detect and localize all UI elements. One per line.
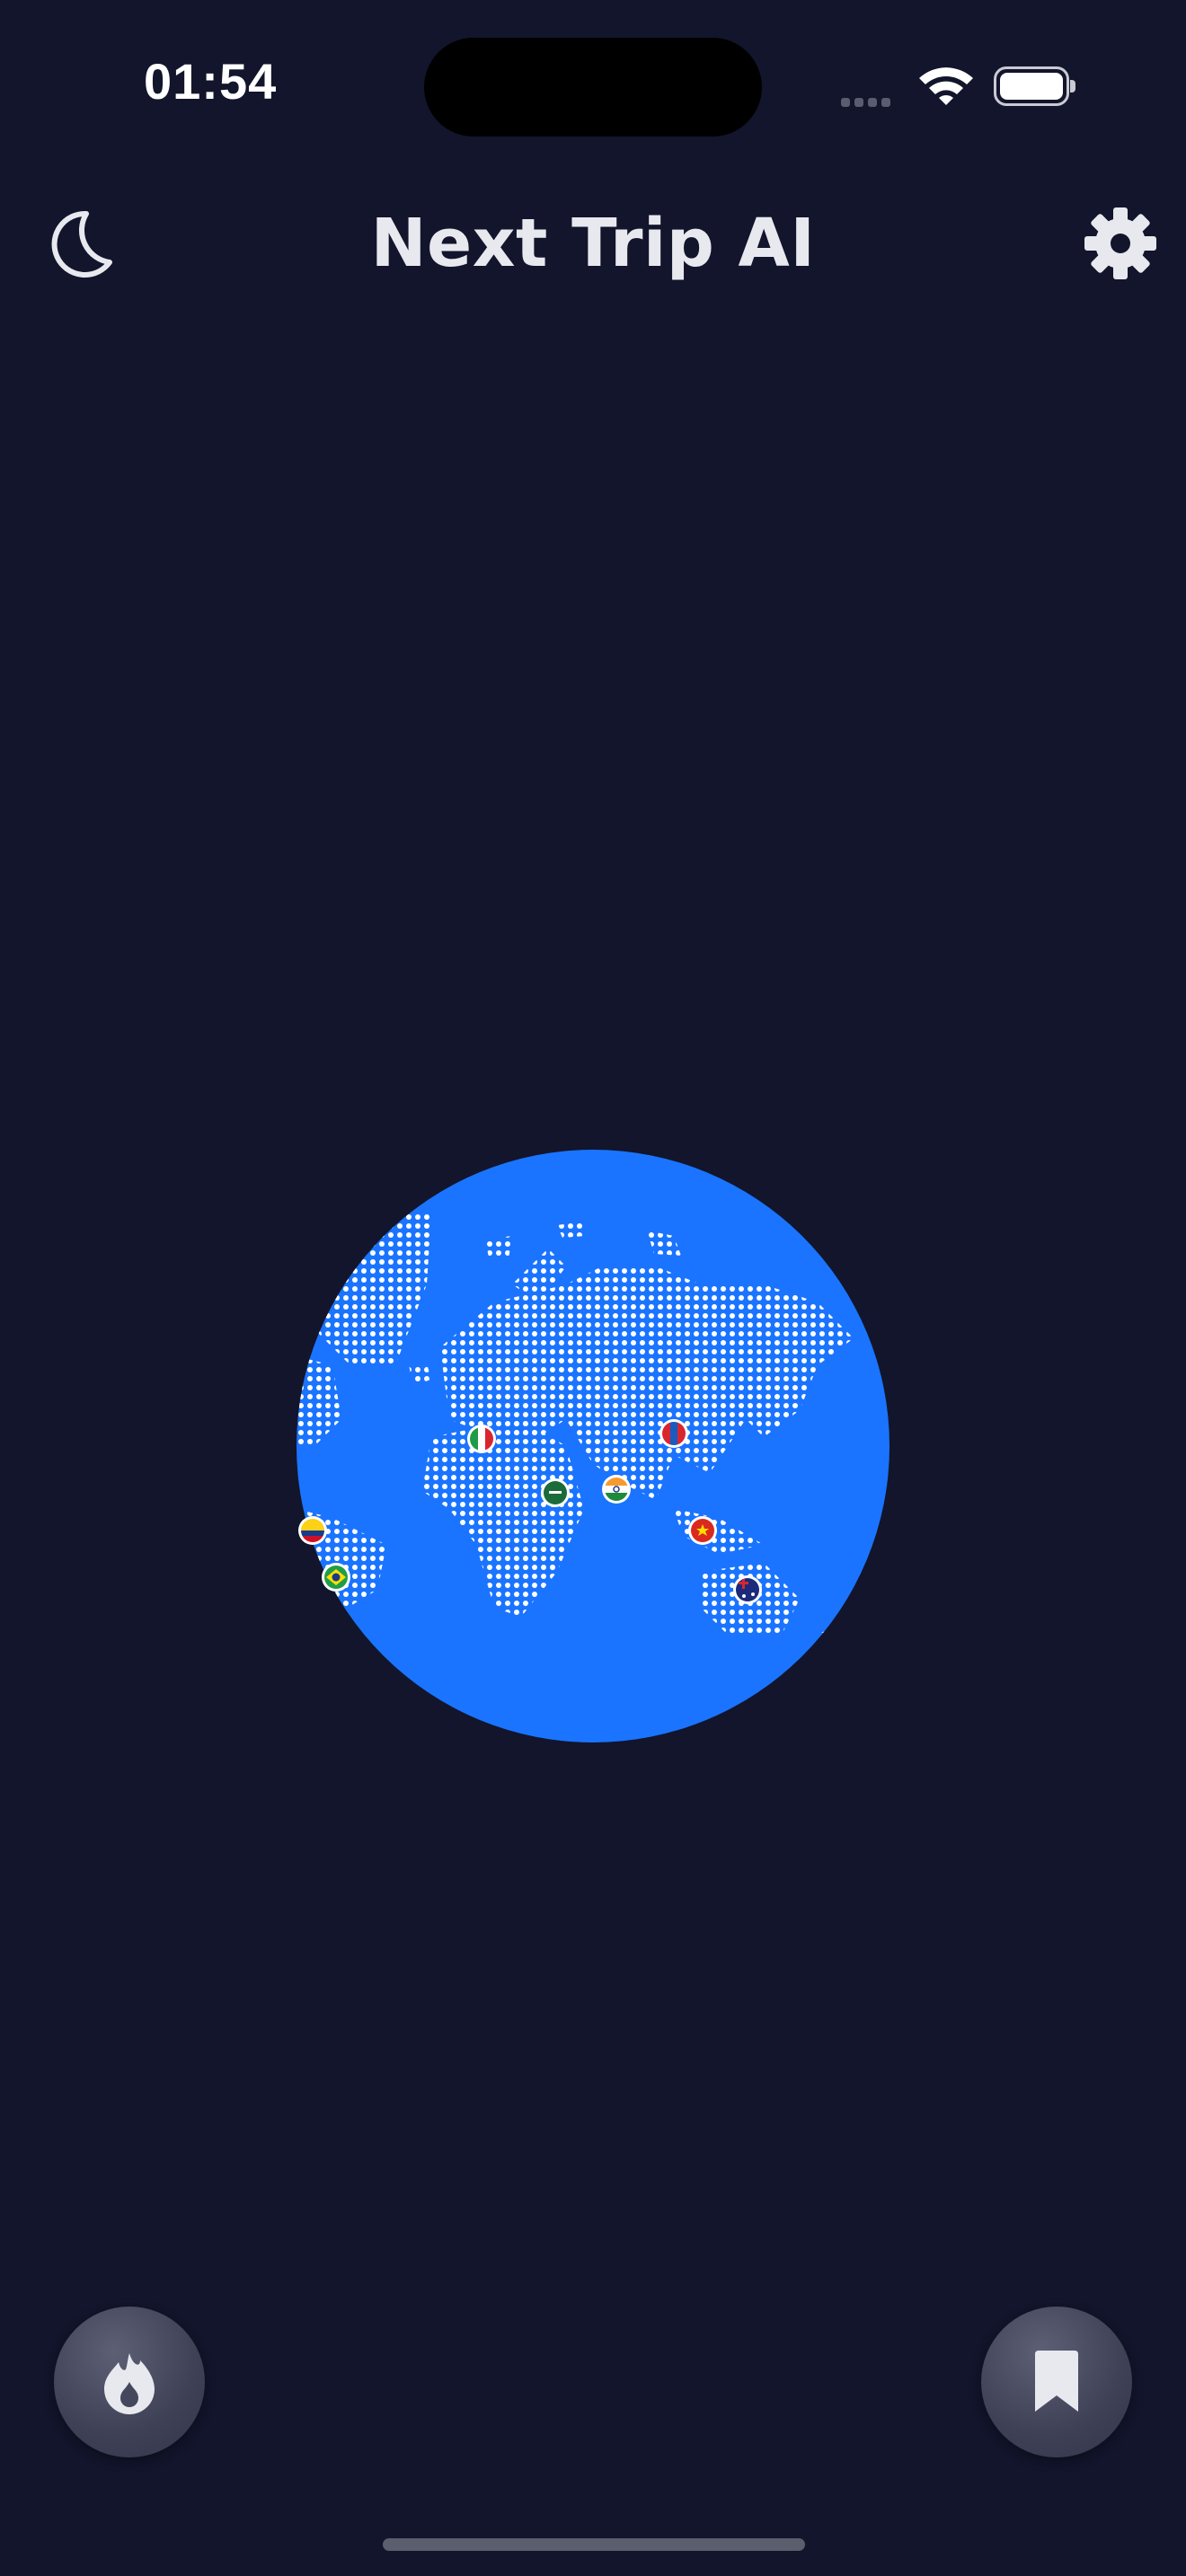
flag-marker-italy[interactable] xyxy=(467,1425,496,1453)
saved-trips-button[interactable] xyxy=(981,2307,1132,2457)
flag-marker-india[interactable] xyxy=(602,1475,631,1504)
page-title: Next Trip AI xyxy=(370,205,816,282)
wifi-icon xyxy=(916,63,976,111)
status-time: 01:54 xyxy=(144,53,278,110)
flag-marker-vietnam[interactable] xyxy=(688,1516,717,1545)
dynamic-island xyxy=(424,38,762,137)
flag-marker-colombia[interactable] xyxy=(298,1516,327,1545)
flag-marker-mongolia[interactable] xyxy=(659,1419,688,1448)
cellular-signal-icon xyxy=(841,93,895,110)
gear-icon xyxy=(1084,207,1156,279)
trending-button[interactable] xyxy=(54,2307,205,2457)
bookmark-icon xyxy=(1035,2351,1078,2412)
battery-icon xyxy=(994,66,1075,106)
flame-icon xyxy=(104,2353,155,2414)
globe[interactable] xyxy=(296,1150,890,1742)
flag-marker-australia[interactable] xyxy=(733,1575,762,1604)
app-header: Next Trip AI xyxy=(0,180,1186,305)
flag-marker-saudi-arabia[interactable] xyxy=(541,1478,570,1507)
home-indicator[interactable] xyxy=(383,2538,805,2551)
flag-marker-brazil[interactable] xyxy=(322,1563,350,1592)
status-bar: 01:54 xyxy=(0,0,1186,171)
settings-button[interactable] xyxy=(1080,203,1161,284)
